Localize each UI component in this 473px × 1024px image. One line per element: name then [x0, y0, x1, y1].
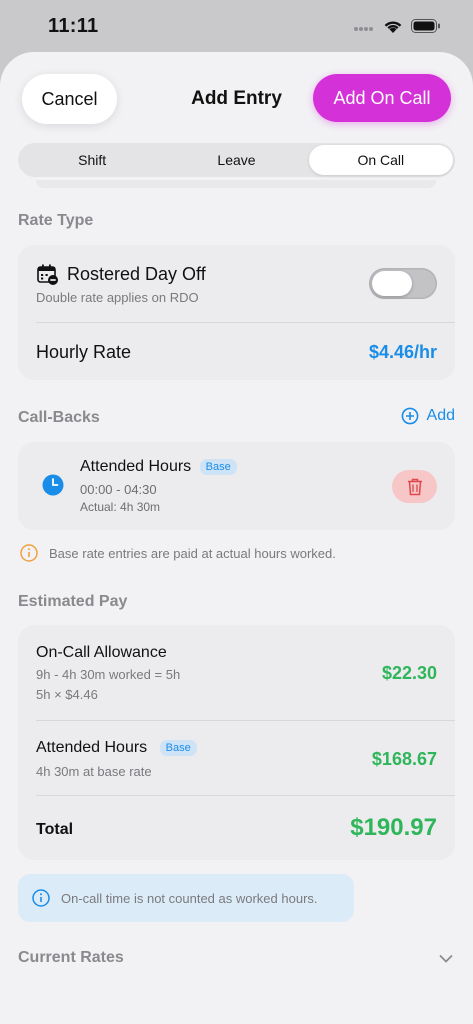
- clock-icon: [42, 474, 64, 496]
- attended-title: Attended Hours: [36, 739, 148, 756]
- nav-bar: Cancel Add Entry Add On Call: [0, 74, 473, 126]
- battery-icon: [411, 19, 440, 33]
- estimated-pay-header: Estimated Pay: [18, 593, 128, 610]
- current-rates-disclosure[interactable]: Current Rates: [0, 940, 473, 976]
- divider: [36, 795, 455, 796]
- allowance-calc-2: 5h × $4.46: [36, 687, 98, 702]
- rdo-toggle[interactable]: [369, 268, 437, 299]
- total-value: $190.97: [350, 814, 437, 841]
- calendar-off-icon: [37, 264, 58, 285]
- callback-title: Attended Hours: [80, 458, 192, 475]
- callback-title-row: Attended Hours Base: [80, 458, 237, 476]
- info-banner: On-call time is not counted as worked ho…: [18, 874, 354, 922]
- allowance-value: $22.30: [381, 663, 437, 683]
- divider: [36, 720, 455, 721]
- attended-sub: 4h 30m at base rate: [36, 764, 152, 779]
- base-badge: Base: [159, 739, 197, 756]
- plus-circle-icon: [401, 407, 418, 425]
- delete-callback-button[interactable]: [392, 470, 437, 503]
- status-icons: [353, 19, 441, 34]
- callback-note: Base rate entries are paid at actual hou…: [20, 544, 336, 562]
- chevron-down-icon: [439, 954, 453, 963]
- add-callback-button[interactable]: Add: [401, 407, 455, 425]
- hourly-rate-label: Hourly Rate: [36, 342, 132, 362]
- tab-shift[interactable]: Shift: [20, 145, 164, 175]
- rdo-subtitle: Double rate applies on RDO: [36, 290, 199, 305]
- tab-on-call[interactable]: On Call: [308, 145, 453, 175]
- rdo-title: Rostered Day Off: [67, 264, 206, 284]
- tab-leave[interactable]: Leave: [164, 145, 308, 175]
- info-banner-text: On-call time is not counted as worked ho…: [61, 890, 318, 906]
- current-rates-header: Current Rates: [18, 949, 124, 966]
- wifi-icon: [384, 21, 402, 33]
- callback-time: 00:00 - 04:30: [80, 482, 157, 497]
- callback-actual: Actual: 4h 30m: [80, 500, 161, 514]
- toggle-knob: [372, 271, 412, 296]
- add-callback-label: Add: [426, 407, 455, 424]
- add-on-call-button[interactable]: Add On Call: [313, 74, 451, 122]
- allowance-calc-1: 9h - 4h 30m worked = 5h: [36, 667, 181, 682]
- info-icon: [32, 889, 50, 907]
- allowance-title: On-Call Allowance: [36, 644, 167, 661]
- status-bar: 11:11: [0, 0, 473, 52]
- base-badge: Base: [199, 458, 237, 475]
- total-label: Total: [36, 821, 74, 838]
- callback-card: Attended Hours Base 00:00 - 04:30 Actual…: [18, 442, 455, 530]
- hourly-rate-value[interactable]: $4.46/hr: [369, 342, 437, 363]
- signal-icon: [354, 27, 373, 31]
- entry-type-segmented-control: Shift Leave On Call: [18, 143, 455, 177]
- call-backs-header: Call-Backs: [18, 409, 100, 426]
- collapsed-card-edge: [36, 180, 436, 188]
- info-warning-icon: [20, 544, 38, 562]
- attended-title-row: Attended Hours Base: [36, 739, 197, 757]
- add-entry-sheet: Cancel Add Entry Add On Call Shift Leave…: [0, 52, 473, 1024]
- callback-note-text: Base rate entries are paid at actual hou…: [49, 545, 336, 561]
- attended-value: $168.67: [371, 749, 437, 769]
- rate-type-header: Rate Type: [18, 212, 94, 229]
- estimated-pay-card: On-Call Allowance 9h - 4h 30m worked = 5…: [18, 625, 455, 860]
- divider: [36, 322, 455, 323]
- status-time: 11:11: [48, 14, 99, 37]
- trash-icon: [407, 478, 422, 495]
- rate-type-card: Rostered Day Off Double rate applies on …: [18, 245, 455, 380]
